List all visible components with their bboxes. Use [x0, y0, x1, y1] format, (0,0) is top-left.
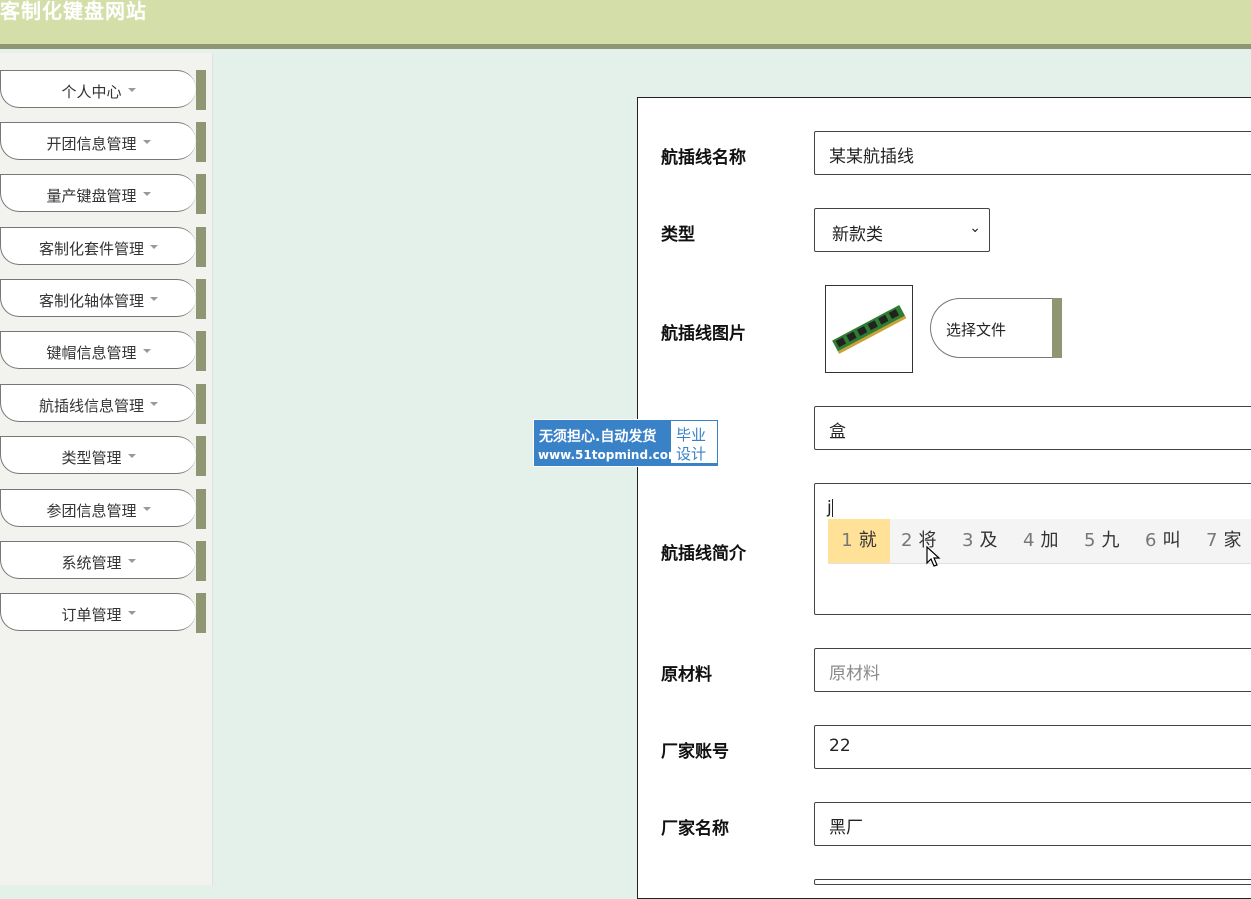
top-header: 客制化键盘网站: [0, 0, 1251, 49]
vendor-account-input[interactable]: 22: [814, 725, 1251, 769]
caret-down-icon: [127, 558, 136, 563]
watermark-banner: 无须担心.自动发货 www.51topmind.com 毕业 设计: [533, 419, 719, 467]
ime-candidate[interactable]: 4加: [1023, 519, 1058, 563]
sidebar-item-keycap[interactable]: 键帽信息管理: [0, 331, 206, 371]
product-image-thumbnail: [825, 285, 913, 373]
type-label: 类型: [661, 225, 695, 245]
vendor-name-input[interactable]: 黑厂: [814, 802, 1251, 846]
mouse-pointer-icon: [926, 546, 941, 567]
menu-accent-bar: [196, 70, 206, 110]
menu-accent-bar: [196, 384, 206, 424]
chevron-down-icon: ⌄: [969, 220, 981, 236]
sidebar-item-custom-switch[interactable]: 客制化轴体管理: [0, 279, 206, 319]
caret-down-icon: [142, 506, 151, 511]
watermark-line1: 无须担心.自动发货: [539, 429, 657, 445]
sidebar-item-label: 开团信息管理: [1, 133, 196, 154]
ime-candidate[interactable]: 7家: [1206, 519, 1241, 563]
sidebar: 个人中心 开团信息管理 量产键盘管理 客制化套件管理 客制化轴体管理 键帽信息管…: [0, 53, 213, 885]
material-input[interactable]: 原材料: [814, 648, 1251, 692]
image-label: 航插线图片: [661, 324, 746, 344]
menu-accent-bar: [196, 489, 206, 529]
caret-down-icon: [127, 610, 136, 615]
sidebar-item-type[interactable]: 类型管理: [0, 436, 206, 476]
intro-typed-text: j: [827, 498, 833, 518]
type-select[interactable]: 新款类 ⌄: [814, 208, 990, 252]
sidebar-item-orders[interactable]: 订单管理: [0, 593, 206, 633]
sidebar-item-label: 客制化轴体管理: [1, 290, 196, 311]
ime-candidate[interactable]: 3及: [962, 519, 997, 563]
choose-file-button[interactable]: 选择文件: [930, 298, 1062, 358]
caret-down-icon: [142, 139, 151, 144]
ram-stick-image: [832, 304, 907, 354]
sidebar-item-label: 键帽信息管理: [1, 342, 196, 363]
name-label: 航插线名称: [661, 148, 746, 168]
sidebar-item-custom-kit[interactable]: 客制化套件管理: [0, 227, 206, 267]
menu-accent-bar: [196, 227, 206, 267]
button-accent-bar: [1052, 298, 1062, 358]
sidebar-item-label: 个人中心: [1, 81, 196, 102]
menu-accent-bar: [196, 331, 206, 371]
sidebar-item-group-buy[interactable]: 开团信息管理: [0, 122, 206, 162]
caret-down-icon: [150, 401, 158, 406]
menu-accent-bar: [196, 436, 206, 476]
menu-accent-bar: [196, 541, 206, 581]
sidebar-item-aviator-cable[interactable]: 航插线信息管理: [0, 384, 206, 424]
watermark-badge-line2: 设计: [676, 445, 707, 463]
vendor-name-label: 厂家名称: [661, 819, 729, 839]
text-cursor: [831, 499, 833, 517]
caret-down-icon: [142, 348, 151, 353]
sidebar-item-label: 类型管理: [1, 447, 196, 468]
intro-label: 航插线简介: [661, 544, 746, 564]
caret-down-icon: [150, 244, 158, 249]
caret-down-icon: [127, 453, 136, 458]
name-input[interactable]: 某某航插线: [814, 131, 1251, 175]
material-label: 原材料: [661, 665, 712, 685]
app-title: 客制化键盘网站: [0, 0, 147, 23]
sidebar-item-label: 量产键盘管理: [1, 185, 196, 206]
type-select-value: 新款类: [832, 225, 883, 245]
vendor-account-label: 厂家账号: [661, 742, 729, 762]
ime-candidate[interactable]: 6叫: [1145, 519, 1180, 563]
watermark-badge: 毕业 设计: [671, 421, 717, 463]
ime-candidate[interactable]: 5九: [1084, 519, 1119, 563]
sidebar-item-system[interactable]: 系统管理: [0, 541, 206, 581]
sidebar-item-personal-center[interactable]: 个人中心: [0, 70, 206, 110]
menu-accent-bar: [196, 593, 206, 633]
menu-accent-bar: [196, 279, 206, 319]
sidebar-item-mass-keyboard[interactable]: 量产键盘管理: [0, 174, 206, 214]
ime-candidate-bar: 1就 2将 3及 4加 5九 6叫 7家: [828, 519, 1251, 564]
spec-input[interactable]: 盒: [814, 406, 1251, 450]
sidebar-item-label: 系统管理: [1, 552, 196, 573]
ime-candidate[interactable]: 1就: [828, 519, 890, 563]
next-field-partial[interactable]: [814, 879, 1251, 885]
sidebar-item-label: 客制化套件管理: [1, 238, 196, 259]
caret-down-icon: [127, 87, 136, 92]
caret-down-icon: [150, 296, 158, 301]
sidebar-item-label: 订单管理: [1, 604, 196, 625]
sidebar-item-label: 航插线信息管理: [1, 395, 196, 416]
choose-file-label: 选择文件: [946, 321, 1007, 339]
caret-down-icon: [142, 191, 151, 196]
watermark-line2: www.51topmind.com: [538, 448, 681, 462]
menu-accent-bar: [196, 174, 206, 214]
sidebar-item-label: 参团信息管理: [1, 500, 196, 521]
sidebar-item-join-group[interactable]: 参团信息管理: [0, 489, 206, 529]
watermark-badge-line1: 毕业: [676, 426, 707, 444]
menu-accent-bar: [196, 122, 206, 162]
